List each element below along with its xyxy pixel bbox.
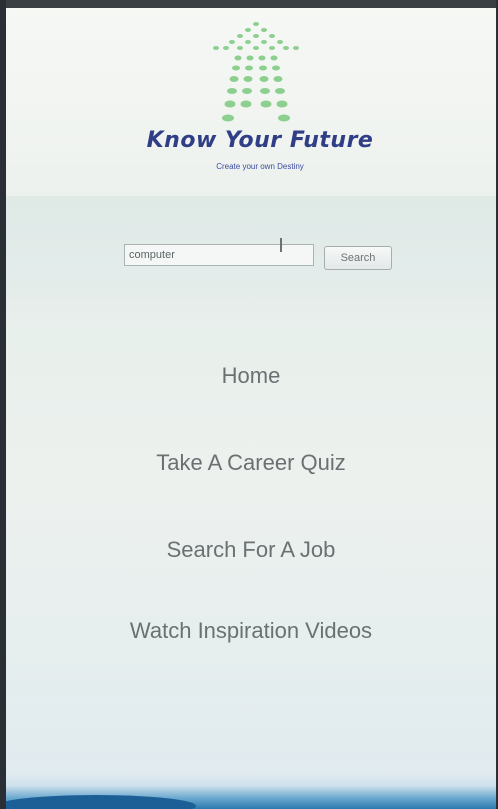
footer-bar: [6, 773, 496, 809]
logo[interactable]: [146, 18, 386, 178]
text-cursor-icon: [280, 238, 282, 252]
page: Know Your Future Create your own Destiny…: [6, 0, 496, 809]
dotted-arrow-up-icon: [213, 22, 299, 122]
top-edge: [6, 0, 496, 8]
nav-item-job-search[interactable]: Search For A Job: [6, 537, 496, 563]
search-input[interactable]: computer: [124, 244, 314, 266]
nav-item-home[interactable]: Home: [6, 363, 496, 389]
search-button[interactable]: Search: [324, 246, 392, 270]
nav-item-inspiration-videos[interactable]: Watch Inspiration Videos: [6, 618, 496, 644]
nav-item-career-quiz[interactable]: Take A Career Quiz: [6, 450, 496, 476]
footer-swoosh: [6, 795, 196, 809]
brand-tagline: Create your own Destiny: [216, 162, 304, 171]
brand-title: Know Your Future: [146, 128, 374, 153]
